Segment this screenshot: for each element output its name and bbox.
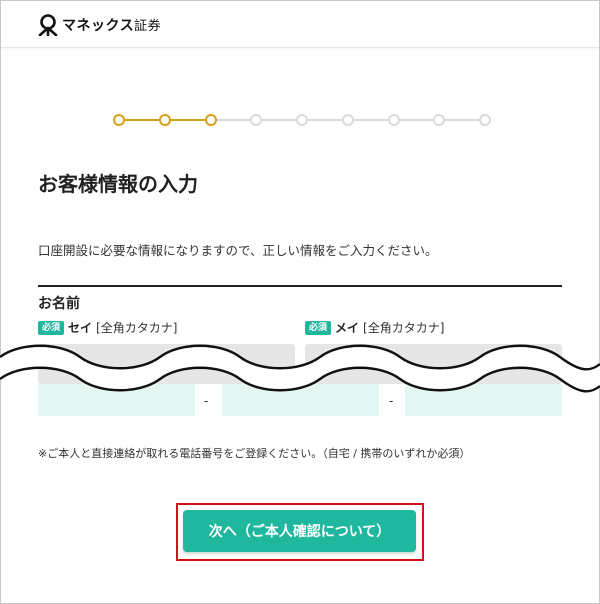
- brand-name-suffix: 証券: [134, 19, 162, 34]
- first-name-label-text: メイ: [335, 321, 360, 335]
- stepper-step: [113, 114, 125, 126]
- brand-name: マネックス証券: [62, 15, 161, 35]
- omission-wave-divider: [0, 344, 600, 393]
- stepper-connector: [212, 119, 251, 121]
- page-title: お客様情報の入力: [38, 172, 198, 196]
- first-name-label: 必須 メイ [全角カタカナ]: [305, 319, 444, 336]
- page-description: 口座開設に必要な情報になりますので、正しい情報をご入力ください。: [38, 243, 438, 258]
- next-button[interactable]: 次へ（ご本人確認について）: [183, 510, 416, 552]
- stepper-step: [250, 114, 263, 126]
- brand-name-main: マネックス: [62, 18, 135, 34]
- stepper-connector: [121, 119, 159, 121]
- stepper-step: [296, 114, 308, 126]
- progress-stepper: [113, 113, 493, 127]
- last-name-label: 必須 セイ [全角カタカナ]: [38, 319, 177, 336]
- stepper-step: [341, 114, 354, 126]
- stepper-connector: [441, 119, 479, 121]
- stepper-connector: [166, 119, 205, 121]
- last-name-label-text: セイ: [68, 321, 93, 335]
- first-name-hint: [全角カタカナ]: [363, 321, 445, 335]
- site-header: マネックス証券: [1, 1, 599, 48]
- stepper-step: [204, 114, 217, 126]
- name-section-heading: お名前: [38, 296, 80, 312]
- phone-note: ※ご本人と直接連絡が取れる電話番号をご登録ください。（自宅 / 携帯のいずれか必…: [38, 447, 471, 460]
- stepper-connector: [258, 119, 296, 121]
- last-name-hint: [全角カタカナ]: [96, 321, 178, 335]
- stepper-step: [387, 114, 400, 126]
- stepper-step: [479, 114, 491, 126]
- stepper-connector: [395, 119, 434, 121]
- stepper-connector: [349, 119, 388, 121]
- section-divider: [38, 285, 562, 287]
- monex-logo-icon: [38, 14, 58, 36]
- required-badge: 必須: [38, 320, 65, 335]
- brand-logo[interactable]: マネックス証券: [37, 13, 161, 37]
- required-badge: 必須: [305, 320, 332, 335]
- stepper-step: [433, 114, 446, 126]
- stepper-step: [158, 114, 171, 126]
- stepper-connector: [304, 119, 342, 121]
